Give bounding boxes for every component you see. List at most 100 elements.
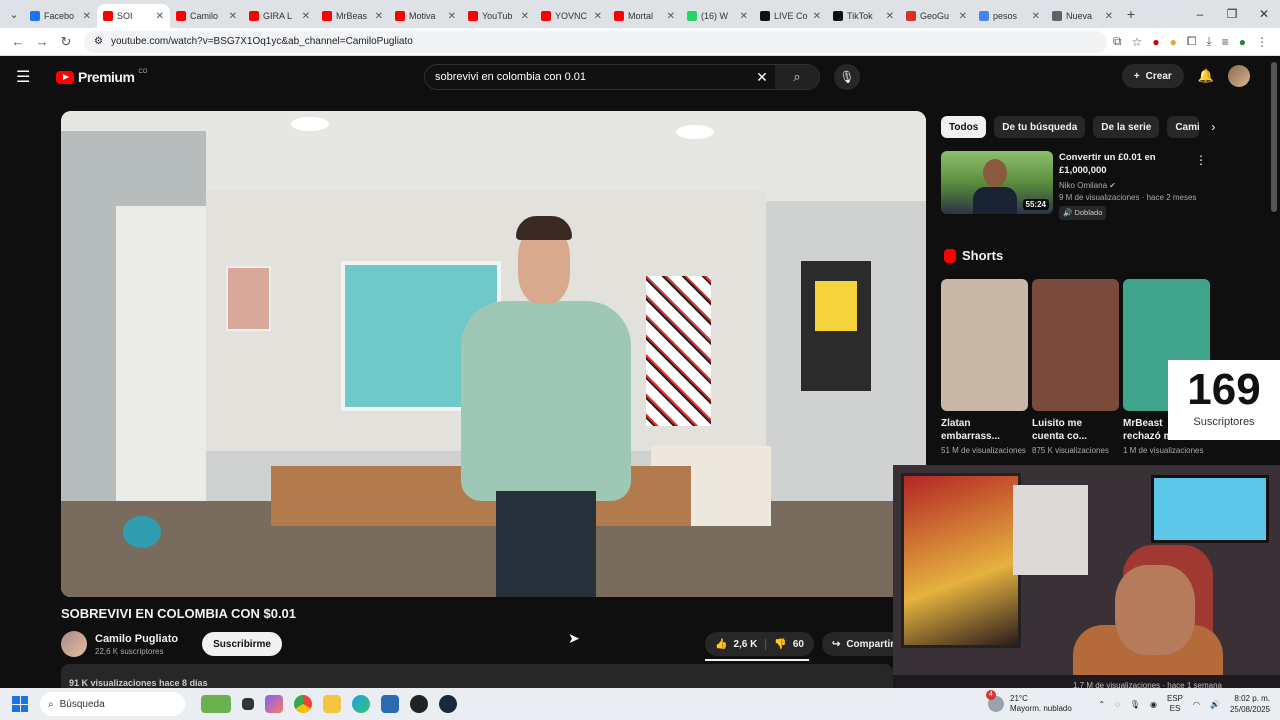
tab-close-icon[interactable]: ✕ [740, 11, 748, 22]
recommended-video[interactable]: 55:24 Convertir un £0.01 en £1,000,000 N… [941, 151, 1211, 220]
short-title[interactable]: Luisito me cuenta co... [1032, 417, 1102, 443]
extension-color-icon[interactable]: ● [1170, 35, 1177, 49]
filter-chip[interactable]: De la serie [1093, 116, 1160, 138]
bookmark-star-icon[interactable]: ☆ [1132, 35, 1143, 49]
volume-icon[interactable]: 🔊 [1210, 700, 1220, 709]
short-item[interactable]: Zlatan embarrass... 51 M de visualizacion… [941, 279, 1028, 455]
steam-icon[interactable] [439, 695, 457, 713]
short-thumbnail[interactable] [941, 279, 1028, 411]
menu-icon[interactable]: ☰ [16, 67, 40, 87]
weather-widget[interactable]: 4 21°C Mayorm. nublado [986, 688, 1072, 720]
youtube-logo[interactable]: Premium CO [56, 69, 147, 85]
extensions-puzzle-icon[interactable]: ⧠ [1187, 34, 1197, 49]
taskbar-search[interactable]: ⌕ Búsqueda [40, 692, 185, 716]
minimize-icon[interactable]: – [1184, 7, 1216, 21]
channel-avatar[interactable] [61, 631, 87, 657]
browser-tab[interactable]: TikTok ✕ [827, 4, 900, 28]
back-icon[interactable]: ← [6, 34, 30, 49]
browser-tab[interactable]: MrBeas ✕ [316, 4, 389, 28]
media-control-icon[interactable]: ≡ [1222, 35, 1229, 49]
tab-close-icon[interactable]: ✕ [229, 11, 237, 22]
browser-tab[interactable]: (16) W ✕ [681, 4, 754, 28]
tab-close-icon[interactable]: ✕ [83, 11, 91, 22]
filter-chip[interactable]: Camil [1167, 116, 1200, 138]
chevron-right-icon[interactable]: › [1211, 120, 1215, 134]
wifi-icon[interactable]: ◠ [1193, 700, 1200, 709]
network-icon[interactable]: ◌ [1115, 700, 1120, 709]
recommended-channel[interactable]: Niko Omilana ✔ [1059, 180, 1199, 192]
tab-close-icon[interactable]: ✕ [1032, 11, 1040, 22]
short-thumbnail[interactable] [1032, 279, 1119, 411]
browser-tab[interactable]: YOVNC ✕ [535, 4, 608, 28]
tab-close-icon[interactable]: ✕ [813, 11, 821, 22]
recommended-thumbnail[interactable]: 55:24 [941, 151, 1053, 214]
browser-tab[interactable]: LIVE Co ✕ [754, 4, 827, 28]
tab-close-icon[interactable]: ✕ [302, 11, 310, 22]
page-scrollbar[interactable] [1271, 62, 1277, 212]
share-button[interactable]: ↪ Compartir [821, 632, 905, 656]
widgets-icon[interactable] [201, 695, 231, 713]
download-icon[interactable]: ⤓ [1206, 34, 1211, 49]
new-tab-button[interactable]: + [1119, 6, 1143, 22]
start-windows-icon[interactable] [12, 696, 28, 712]
install-app-icon[interactable]: ⧉ [1113, 34, 1122, 49]
browser-tab[interactable]: GeoGu ✕ [900, 4, 973, 28]
url-field[interactable]: ⚙ youtube.com/watch?v=BSG7X1Oq1yc&ab_cha… [84, 30, 1107, 53]
tab-close-icon[interactable]: ✕ [959, 11, 967, 22]
browser-tab[interactable]: Facebo ✕ [24, 4, 97, 28]
browser-tab[interactable]: YouTub ✕ [462, 4, 535, 28]
file-explorer-icon[interactable] [323, 695, 341, 713]
site-info-icon[interactable]: ⚙ [94, 36, 103, 47]
clear-search-icon[interactable]: ✕ [749, 69, 775, 86]
extension-red-icon[interactable]: ● [1152, 35, 1159, 49]
browser-tab[interactable]: Nueva ✕ [1046, 4, 1119, 28]
show-hidden-icons-icon[interactable]: ⌃ [1098, 700, 1105, 709]
tab-close-icon[interactable]: ✕ [375, 11, 383, 22]
short-title[interactable]: Zlatan embarrass... [941, 417, 1011, 443]
dislike-button[interactable]: 👎 60 [766, 639, 814, 650]
tab-close-icon[interactable]: ✕ [667, 11, 675, 22]
record-icon[interactable]: ◉ [1150, 700, 1157, 709]
close-window-icon[interactable]: ✕ [1248, 7, 1280, 21]
store-icon[interactable] [381, 695, 399, 713]
chrome-icon[interactable] [294, 695, 312, 713]
edge-icon[interactable] [352, 695, 370, 713]
browser-menu-icon[interactable]: ⋮ [1256, 35, 1268, 49]
language-indicator[interactable]: ESP ES [1167, 694, 1183, 714]
reload-icon[interactable]: ↻ [54, 34, 78, 50]
filter-chip[interactable]: Todos [941, 116, 987, 138]
profile-icon[interactable]: ● [1239, 35, 1246, 49]
subscribe-button[interactable]: Suscribirme [202, 632, 282, 656]
clock[interactable]: 8:02 p. m. 25/08/2025 [1230, 693, 1270, 715]
browser-tab[interactable]: Mortal ✕ [608, 4, 681, 28]
create-button[interactable]: + Crear [1121, 64, 1184, 88]
video-player[interactable] [61, 111, 926, 597]
channel-name[interactable]: Camilo Pugliato [95, 633, 178, 645]
browser-tab[interactable]: pesos ✕ [973, 4, 1046, 28]
short-item[interactable]: Luisito me cuenta co... 875 K visualizaci… [1032, 279, 1119, 455]
mic-icon[interactable]: 🎙 [834, 64, 860, 90]
tab-close-icon[interactable]: ✕ [521, 11, 529, 22]
description-box[interactable]: 91 K visualizaciones hace 8 días [61, 664, 893, 688]
browser-tab[interactable]: GIRA L ✕ [243, 4, 316, 28]
tab-close-icon[interactable]: ✕ [1105, 11, 1113, 22]
tab-close-icon[interactable]: ✕ [156, 11, 164, 22]
forward-icon[interactable]: → [30, 34, 54, 49]
copilot-icon[interactable] [265, 695, 283, 713]
notifications-bell-icon[interactable]: 🔔 [1198, 68, 1214, 84]
account-avatar[interactable] [1228, 65, 1250, 87]
search-input[interactable]: sobrevivi en colombia con 0.01 [425, 71, 749, 83]
recommended-title[interactable]: Convertir un £0.01 en £1,000,000 [1059, 151, 1199, 177]
obs-icon[interactable] [410, 695, 428, 713]
filter-chip[interactable]: De tu búsqueda [994, 116, 1086, 138]
microphone-icon[interactable]: 🎙 [1130, 700, 1140, 709]
tab-close-icon[interactable]: ✕ [448, 11, 456, 22]
search-icon[interactable]: ⌕ [775, 65, 819, 89]
maximize-icon[interactable]: ❐ [1216, 7, 1248, 21]
tab-search-icon[interactable]: ⌄ [4, 8, 24, 21]
like-button[interactable]: 👍 2,6 K [705, 638, 767, 650]
more-options-icon[interactable]: ⋮ [1195, 153, 1207, 167]
task-view-icon[interactable] [242, 698, 254, 710]
search-box[interactable]: sobrevivi en colombia con 0.01 ✕ ⌕ [424, 64, 820, 90]
tab-close-icon[interactable]: ✕ [886, 11, 894, 22]
